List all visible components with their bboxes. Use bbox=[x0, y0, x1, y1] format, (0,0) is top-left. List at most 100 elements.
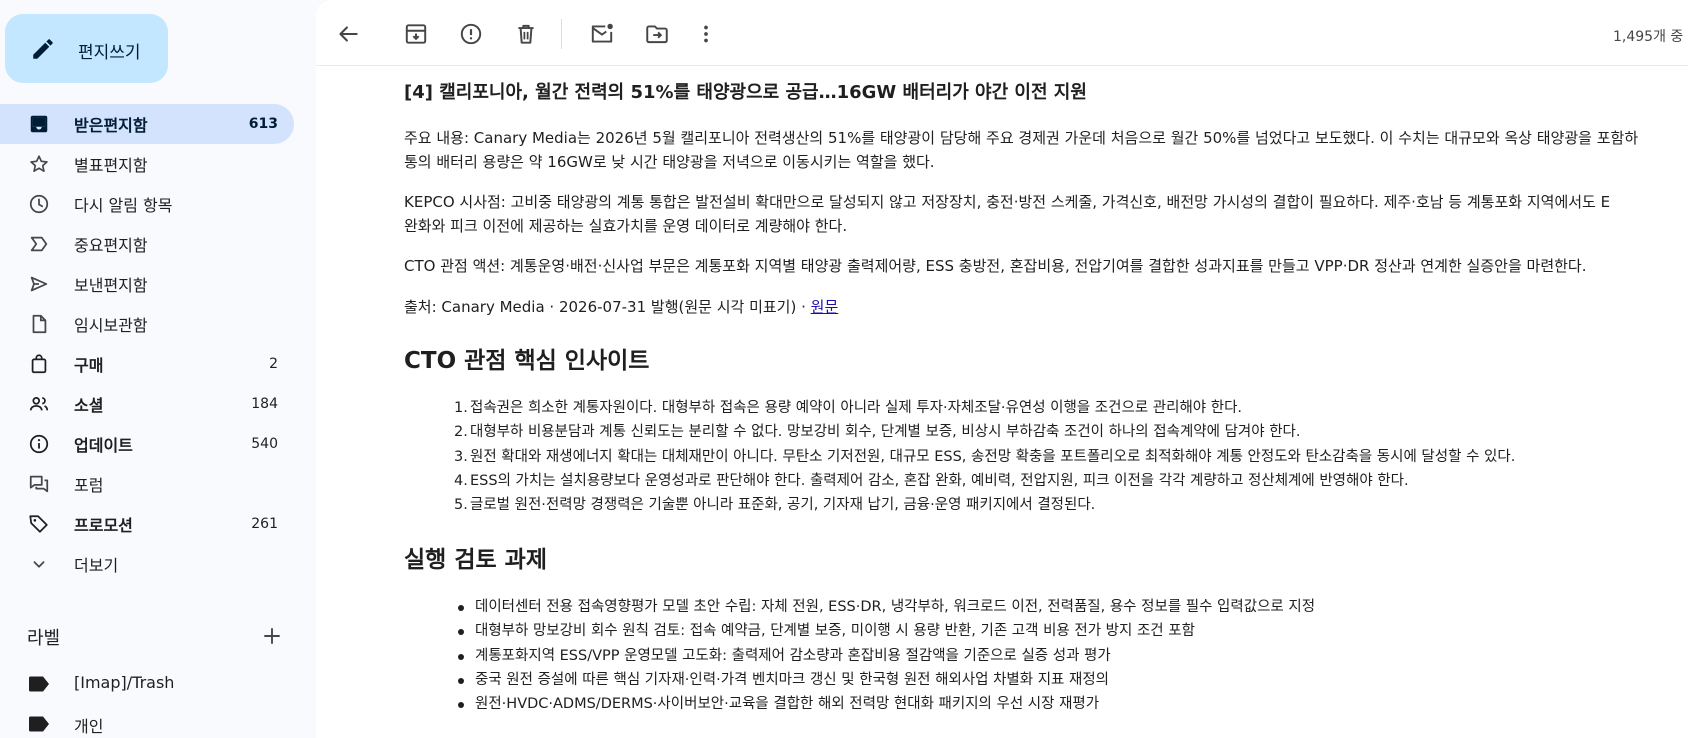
toolbar: 1,495개 중 1 bbox=[316, 0, 1688, 66]
label-text: 개인 bbox=[74, 717, 104, 736]
list-item: 1. 접속권은 희소한 계통자원이다. 대형부하 접속은 용량 예약이 아니라 실… bbox=[454, 396, 1515, 420]
label-item-imap-trash[interactable]: [Imap]/Trash bbox=[0, 664, 300, 702]
nav-item-sent[interactable]: 보낸편지함 bbox=[0, 264, 316, 304]
mark-unread-icon[interactable] bbox=[589, 21, 615, 47]
nav-item-snoozed[interactable]: 다시 알림 항목 bbox=[0, 184, 316, 224]
nav-item-purchases[interactable]: 구매 2 bbox=[0, 344, 316, 384]
nav-label: 포럼 bbox=[74, 476, 104, 495]
star-icon bbox=[28, 153, 50, 175]
more-options-icon[interactable] bbox=[693, 21, 719, 47]
summary-paragraph: 주요 내용: Canary Media는 2026년 5월 캘리포니아 전력생산… bbox=[404, 126, 1638, 174]
source-link[interactable]: 원문 bbox=[811, 298, 839, 316]
summary-line: 주요 내용: Canary Media는 2026년 5월 캘리포니아 전력생산… bbox=[404, 129, 1639, 147]
tasks-heading: 실행 검토 과제 bbox=[404, 547, 547, 573]
list-number: 2. bbox=[454, 424, 468, 441]
labels-header: 라벨 bbox=[27, 622, 287, 652]
nav-item-important[interactable]: 중요편지함 bbox=[0, 224, 316, 264]
report-spam-icon[interactable] bbox=[458, 21, 484, 47]
list-item: 데이터센터 전용 접속영향평가 모델 초안 수립: 자체 전원, ESS·DR,… bbox=[458, 595, 1315, 619]
toolbar-divider bbox=[561, 19, 562, 49]
summary-line: 통의 배터리 용량은 약 16GW로 낮 시간 태양광을 저녁으로 이동시키는 … bbox=[404, 153, 935, 171]
nav-count: 540 bbox=[251, 436, 278, 452]
nav-count: 184 bbox=[251, 396, 278, 412]
compose-label: 편지쓰기 bbox=[78, 43, 141, 63]
nav-label: 소셜 bbox=[74, 396, 104, 415]
kepco-line: KEPCO 시사점: 고비중 태양광의 계통 통합은 발전설비 확대만으로 달성… bbox=[404, 193, 1611, 211]
nav-item-more[interactable]: 더보기 bbox=[0, 544, 316, 584]
people-icon bbox=[28, 393, 50, 415]
sidebar: 편지쓰기 받은편지함 613 별표편지함 다시 알림 항목 중요편지함 보낸편지… bbox=[0, 0, 316, 738]
draft-icon bbox=[28, 313, 50, 335]
nav-label: 받은편지함 bbox=[74, 116, 148, 135]
clock-icon bbox=[28, 193, 50, 215]
nav-count: 2 bbox=[269, 356, 278, 372]
list-text: 글로벌 원전·전력망 경쟁력은 기술뿐 아니라 표준화, 공기, 기자재 납기,… bbox=[470, 497, 1096, 514]
nav-count: 613 bbox=[248, 116, 278, 132]
list-number: 3. bbox=[454, 448, 468, 465]
forum-icon bbox=[28, 473, 50, 495]
chevron-down-icon bbox=[28, 553, 50, 575]
compose-button[interactable]: 편지쓰기 bbox=[5, 14, 168, 83]
list-item: 원전·HVDC·ADMS/DERMS·사이버보안·교육을 결합한 해외 전력망 … bbox=[458, 692, 1315, 716]
nav-label: 구매 bbox=[74, 356, 104, 375]
list-text: ESS의 가치는 설치용량보다 운영성과로 판단해야 한다. 출력제어 감소, … bbox=[470, 472, 1409, 489]
nav-item-forums[interactable]: 포럼 bbox=[0, 464, 316, 504]
list-text: 대형부하 비용분담과 계통 신뢰도는 분리할 수 없다. 망보강비 회수, 단계… bbox=[470, 424, 1301, 441]
list-item: 중국 원전 증설에 따른 핵심 기자재·인력·가격 벤치마크 갱신 및 한국형 … bbox=[458, 668, 1315, 692]
kepco-paragraph: KEPCO 시사점: 고비중 태양광의 계통 통합은 발전설비 확대만으로 달성… bbox=[404, 190, 1610, 238]
list-number: 5. bbox=[454, 497, 468, 514]
shopping-bag-icon bbox=[28, 353, 50, 375]
source-line: 출처: Canary Media · 2026-07-31 발행(원문 시각 미… bbox=[404, 295, 838, 319]
nav-item-inbox[interactable]: 받은편지함 613 bbox=[0, 104, 294, 144]
label-icon bbox=[28, 676, 50, 692]
kepco-line: 완화와 피크 이전에 제공하는 실효가치를 운영 데이터로 계량해야 한다. bbox=[404, 217, 848, 235]
list-number: 4. bbox=[454, 472, 468, 489]
message-view: 1,495개 중 1 [4] 캘리포니아, 월간 전력의 51%를 태양광으로 … bbox=[316, 0, 1688, 738]
message-counter: 1,495개 중 1 bbox=[1613, 29, 1688, 45]
nav-label: 다시 알림 항목 bbox=[74, 196, 173, 215]
label-icon bbox=[28, 716, 50, 732]
important-icon bbox=[28, 233, 50, 255]
nav-count: 261 bbox=[251, 516, 278, 532]
send-icon bbox=[28, 273, 50, 295]
back-arrow-icon[interactable] bbox=[335, 21, 361, 47]
labels-title: 라벨 bbox=[27, 628, 61, 649]
list-item: 5. 글로벌 원전·전력망 경쟁력은 기술뿐 아니라 표준화, 공기, 기자재 납… bbox=[454, 493, 1515, 517]
move-to-icon[interactable] bbox=[644, 21, 670, 47]
archive-icon[interactable] bbox=[403, 21, 429, 47]
nav-item-social[interactable]: 소셜 184 bbox=[0, 384, 316, 424]
list-item: 계통포화지역 ESS/VPP 운영모델 고도화: 출력제어 감소량과 혼잡비용 … bbox=[458, 644, 1315, 668]
nav-label: 임시보관함 bbox=[74, 316, 148, 335]
insights-heading: CTO 관점 핵심 인사이트 bbox=[404, 348, 650, 374]
article-heading: [4] 캘리포니아, 월간 전력의 51%를 태양광으로 공급…16GW 배터리… bbox=[404, 82, 1087, 103]
nav-item-updates[interactable]: 업데이트 540 bbox=[0, 424, 316, 464]
nav-label: 별표편지함 bbox=[74, 156, 148, 175]
list-item: 2. 대형부하 비용분담과 계통 신뢰도는 분리할 수 없다. 망보강비 회수, … bbox=[454, 420, 1515, 444]
trash-icon[interactable] bbox=[513, 21, 539, 47]
pencil-icon bbox=[30, 36, 56, 62]
nav-item-drafts[interactable]: 임시보관함 bbox=[0, 304, 316, 344]
nav-list: 받은편지함 613 별표편지함 다시 알림 항목 중요편지함 보낸편지함 임시보… bbox=[0, 104, 316, 584]
insights-list: 1. 접속권은 희소한 계통자원이다. 대형부하 접속은 용량 예약이 아니라 실… bbox=[454, 396, 1515, 517]
info-icon bbox=[28, 433, 50, 455]
label-item-personal[interactable]: 개인 bbox=[0, 704, 300, 738]
nav-label: 보낸편지함 bbox=[74, 276, 148, 295]
list-text: 원전 확대와 재생에너지 확대는 대체재만이 아니다. 무탄소 기저전원, 대규… bbox=[470, 448, 1516, 465]
nav-item-promotions[interactable]: 프로모션 261 bbox=[0, 504, 316, 544]
cto-action-paragraph: CTO 관점 액션: 계통운영·배전·신사업 부문은 계통포화 지역별 태양광 … bbox=[404, 257, 1587, 275]
inbox-icon bbox=[28, 113, 50, 135]
list-item: 4. ESS의 가치는 설치용량보다 운영성과로 판단해야 한다. 출력제어 감소… bbox=[454, 469, 1515, 493]
nav-label: 업데이트 bbox=[74, 436, 133, 455]
nav-label: 프로모션 bbox=[74, 516, 133, 535]
nav-item-starred[interactable]: 별표편지함 bbox=[0, 144, 316, 184]
list-item: 3. 원전 확대와 재생에너지 확대는 대체재만이 아니다. 무탄소 기저전원, … bbox=[454, 445, 1515, 469]
list-item: 대형부하 망보강비 회수 원칙 검토: 접속 예약금, 단계별 보증, 미이행 … bbox=[458, 619, 1315, 643]
tag-icon bbox=[28, 513, 50, 535]
add-label-icon[interactable] bbox=[260, 624, 284, 648]
tasks-list: 데이터센터 전용 접속영향평가 모델 초안 수립: 자체 전원, ESS·DR,… bbox=[458, 595, 1315, 716]
list-text: 접속권은 희소한 계통자원이다. 대형부하 접속은 용량 예약이 아니라 실제 … bbox=[470, 400, 1243, 416]
nav-label: 더보기 bbox=[74, 556, 119, 575]
nav-label: 중요편지함 bbox=[74, 236, 148, 255]
source-text: 출처: Canary Media · 2026-07-31 발행(원문 시각 미… bbox=[404, 298, 811, 316]
list-number: 1. bbox=[454, 400, 468, 416]
